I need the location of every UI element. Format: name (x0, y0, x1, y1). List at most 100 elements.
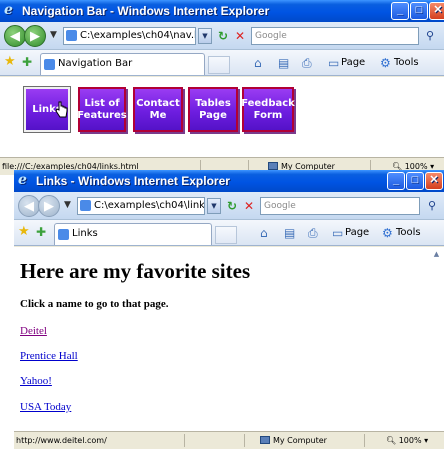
page-icon (80, 200, 91, 211)
recent-pages-dropdown-icon[interactable]: ▼ (50, 30, 57, 40)
tools-menu-button[interactable]: Tools (396, 225, 421, 241)
tools-gear-icon[interactable]: ⚙ (380, 55, 391, 71)
title-bar[interactable]: e Navigation Bar - Windows Internet Expl… (0, 0, 444, 22)
feeds-icon[interactable]: ▤ (278, 55, 289, 71)
add-favorites-icon[interactable]: ✚ (22, 55, 32, 69)
tab-label: Links (72, 228, 98, 239)
stop-icon[interactable]: ✕ (232, 28, 248, 44)
address-dropdown-button[interactable]: ▼ (207, 198, 221, 214)
link-usa-today[interactable]: USA Today (20, 401, 71, 413)
page-subheading: Click a name to go to that page. (20, 298, 169, 310)
zoom-control[interactable]: 🔍︎ 100% ▾ (386, 432, 428, 449)
address-input[interactable]: C:\examples\ch04\links.html (77, 197, 205, 215)
feeds-icon[interactable]: ▤ (284, 225, 295, 241)
page-menu-button[interactable]: Page (345, 225, 369, 241)
nav-button-label: Features (77, 109, 127, 121)
nav-button-label: Page (199, 109, 227, 121)
tab-links[interactable]: Links (54, 223, 212, 245)
back-button[interactable]: ◀ (18, 195, 40, 217)
search-input[interactable]: Google (251, 27, 419, 45)
nav-button-label: List of (84, 98, 120, 109)
new-tab-button[interactable] (215, 226, 237, 244)
forward-button[interactable]: ▶ (38, 195, 60, 217)
nav-button-label: Form (253, 109, 283, 121)
nav-button-label: Me (149, 109, 167, 121)
tab-label: Navigation Bar (58, 58, 133, 69)
search-icon[interactable]: ⚲ (424, 198, 440, 214)
refresh-icon[interactable]: ↻ (223, 198, 241, 214)
nav-button-label: Tables (195, 98, 231, 109)
address-toolbar: ◀ ▶ ▼ C:\examples\ch04\links.html ▼ ↻ ✕ … (14, 192, 444, 220)
search-icon[interactable]: ⚲ (422, 28, 438, 44)
search-input[interactable]: Google (260, 197, 420, 215)
computer-icon (268, 162, 278, 170)
page-icon[interactable]: ▭ (328, 55, 339, 71)
address-toolbar: ◀ ▶ ▼ C:\examples\ch04\nav.html ▼ ↻ ✕ Go… (0, 22, 444, 50)
address-text: C:\examples\ch04\links.html (94, 200, 205, 211)
title-bar[interactable]: e Links - Windows Internet Explorer _ □ … (14, 170, 444, 192)
favorites-star-icon[interactable]: ★ (18, 225, 30, 239)
status-divider (364, 434, 365, 447)
recent-pages-dropdown-icon[interactable]: ▼ (64, 200, 71, 210)
tab-command-bar: ★ ✚ Navigation Bar ⌂ ▤ ⎙ ▭ Page ⚙ Tools (0, 50, 444, 76)
zone-label: My Computer (273, 436, 327, 445)
add-favorites-icon[interactable]: ✚ (36, 225, 46, 239)
page-icon (66, 30, 77, 41)
stop-icon[interactable]: ✕ (241, 198, 257, 214)
minimize-button[interactable]: _ (387, 172, 405, 190)
forward-button[interactable]: ▶ (24, 25, 46, 47)
nav-button-label: Contact (136, 98, 180, 109)
zoom-label: 100% (398, 436, 422, 445)
print-icon[interactable]: ⎙ (302, 55, 312, 71)
search-placeholder: Google (264, 201, 296, 211)
favorites-star-icon[interactable]: ★ (4, 55, 16, 69)
status-bar: http://www.deitel.com/ My Computer 🔍︎ 10… (14, 431, 444, 449)
close-button[interactable]: ✕ (429, 2, 444, 20)
tab-command-bar: ★ ✚ Links ⌂ ▤ ⎙ ▭ Page ⚙ Tools (14, 220, 444, 246)
nav-button-label: Feedback (241, 98, 295, 109)
address-input[interactable]: C:\examples\ch04\nav.html (63, 27, 196, 45)
zoom-icon: 🔍︎ (386, 436, 397, 445)
link-yahoo[interactable]: Yahoo! (20, 375, 52, 387)
scroll-up-arrow-icon[interactable]: ▲ (429, 247, 444, 262)
tools-gear-icon[interactable]: ⚙ (382, 225, 393, 241)
ie-logo-icon: e (4, 2, 13, 18)
status-divider (184, 434, 185, 447)
refresh-icon[interactable]: ↻ (214, 28, 232, 44)
maximize-button[interactable]: □ (406, 172, 424, 190)
page-content: ▲ Here are my favorite sites Click a nam… (14, 247, 444, 431)
page-icon (58, 229, 69, 240)
hand-cursor-icon (55, 101, 68, 118)
close-button[interactable]: ✕ (425, 172, 443, 190)
nav-button-tables-page[interactable]: Tables Page (188, 87, 238, 132)
window-title: Links - Windows Internet Explorer (36, 174, 230, 188)
maximize-button[interactable]: □ (410, 2, 428, 20)
page-menu-button[interactable]: Page (341, 55, 365, 71)
home-icon[interactable]: ⌂ (254, 55, 262, 71)
browser-window-links: e Links - Windows Internet Explorer _ □ … (14, 170, 444, 449)
window-title: Navigation Bar - Windows Internet Explor… (22, 4, 270, 18)
status-divider (244, 434, 245, 447)
minimize-button[interactable]: _ (391, 2, 409, 20)
nav-button-list-of-features[interactable]: List of Features (77, 87, 127, 132)
nav-button-contact-me[interactable]: Contact Me (133, 87, 183, 132)
tools-menu-button[interactable]: Tools (394, 55, 419, 71)
search-placeholder: Google (255, 31, 287, 41)
new-tab-button[interactable] (208, 56, 230, 74)
computer-icon (260, 436, 270, 444)
page-icon[interactable]: ▭ (332, 225, 343, 241)
home-icon[interactable]: ⌂ (260, 225, 268, 241)
address-text: C:\examples\ch04\nav.html (80, 30, 195, 41)
page-icon (44, 59, 55, 70)
print-icon[interactable]: ⎙ (308, 225, 318, 241)
ie-logo-icon: e (18, 172, 27, 188)
status-text: http://www.deitel.com/ (16, 436, 107, 445)
link-prentice-hall[interactable]: Prentice Hall (20, 350, 78, 362)
back-button[interactable]: ◀ (4, 25, 26, 47)
tab-navigation-bar[interactable]: Navigation Bar (40, 53, 205, 75)
security-zone: My Computer (260, 432, 327, 449)
page-heading: Here are my favorite sites (20, 259, 251, 283)
link-deitel[interactable]: Deitel (20, 325, 47, 337)
address-dropdown-button[interactable]: ▼ (198, 28, 212, 44)
nav-button-feedback-form[interactable]: Feedback Form (241, 87, 295, 132)
